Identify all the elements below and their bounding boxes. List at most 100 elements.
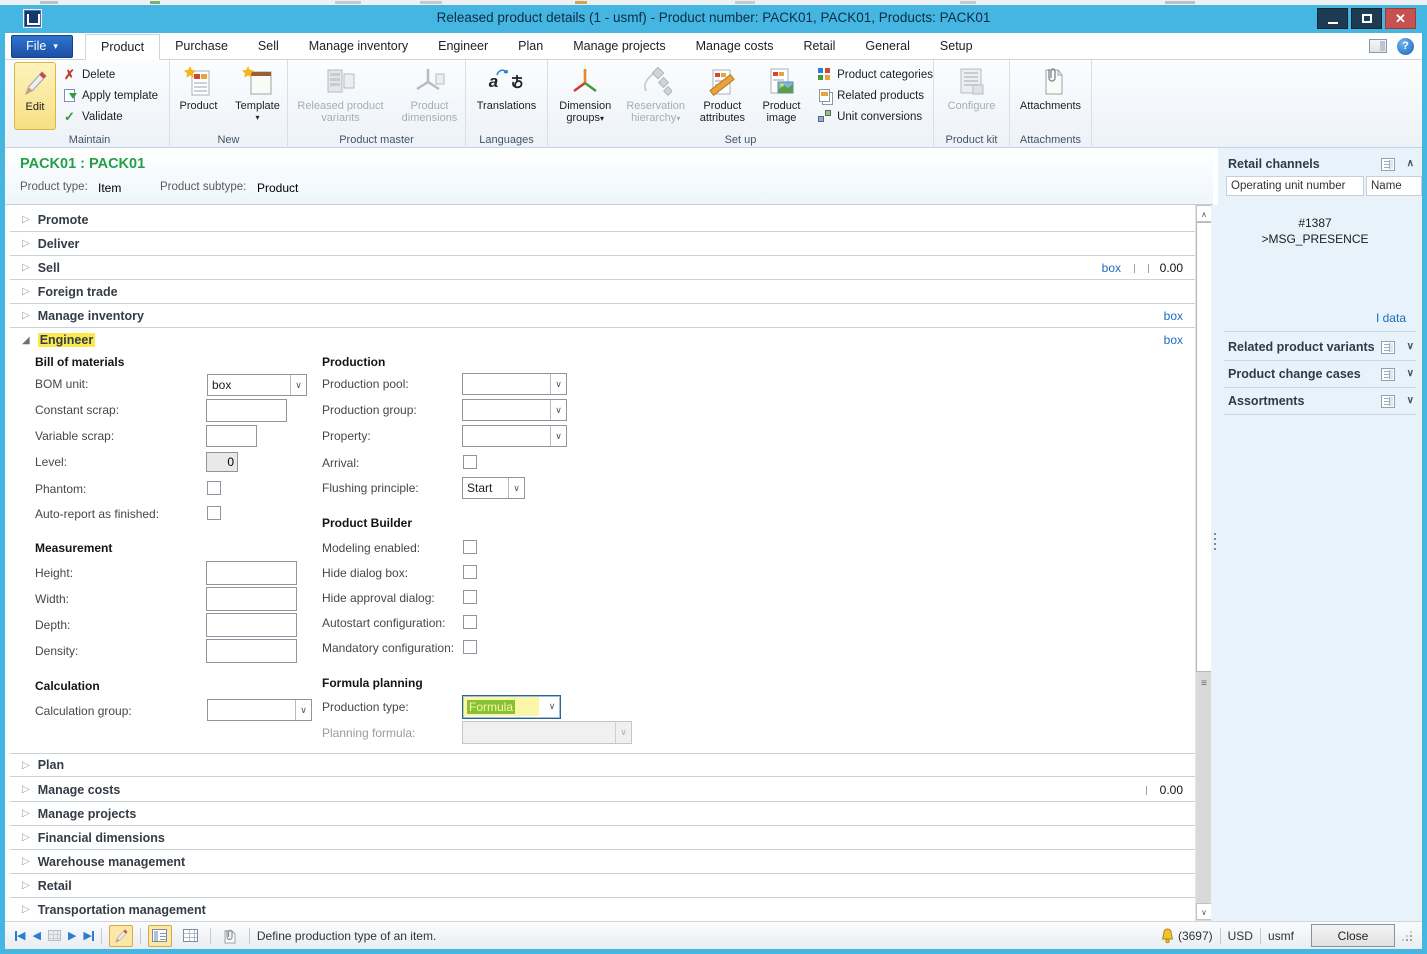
tab-manage-projects[interactable]: Manage projects: [558, 33, 680, 59]
height-input[interactable]: [206, 561, 297, 585]
tab-retail[interactable]: Retail: [788, 33, 850, 59]
tab-engineer[interactable]: Engineer: [423, 33, 503, 59]
product-categories-button[interactable]: Product categories: [817, 64, 933, 85]
related-products-button[interactable]: Related products: [817, 85, 933, 106]
width-input[interactable]: [206, 587, 297, 611]
factbox-splitter[interactable]: [1211, 205, 1218, 921]
section-engineer[interactable]: ◢Engineer box: [10, 328, 1195, 352]
density-input[interactable]: [206, 639, 297, 663]
property-combobox[interactable]: ∨: [462, 425, 567, 447]
section-transportation-management[interactable]: ▷Transportation management: [10, 898, 1195, 921]
factbox-window-icon[interactable]: [1381, 368, 1395, 381]
apply-template-button[interactable]: Apply template: [62, 85, 158, 106]
maximize-button[interactable]: [1351, 8, 1382, 29]
combo-arrow-icon[interactable]: ∨: [550, 400, 566, 420]
vertical-scrollbar[interactable]: ∧ ≡ ∨: [1195, 205, 1211, 921]
help-icon[interactable]: ?: [1397, 38, 1414, 55]
scrollbar-split-grip[interactable]: ≡: [1198, 677, 1210, 691]
section-financial-dimensions[interactable]: ▷Financial dimensions: [10, 826, 1195, 850]
section-plan[interactable]: ▷Plan: [10, 753, 1195, 777]
section-foreign-trade[interactable]: ▷Foreign trade: [10, 280, 1195, 304]
close-form-button[interactable]: Close: [1311, 924, 1395, 947]
combo-arrow-icon[interactable]: ∨: [550, 426, 566, 446]
validate-button[interactable]: ✓Validate: [62, 106, 158, 127]
chevron-down-icon[interactable]: ∨: [1407, 368, 1414, 379]
retail-channels-header[interactable]: Retail channels: [1228, 157, 1320, 171]
depth-input[interactable]: [206, 613, 297, 637]
scrollbar-thumb[interactable]: [1196, 222, 1212, 672]
combo-arrow-icon[interactable]: ∨: [544, 696, 560, 718]
new-product-button[interactable]: Product: [172, 62, 226, 130]
previous-record-button[interactable]: ◀: [32, 929, 40, 942]
first-record-button[interactable]: ◀: [15, 929, 25, 942]
tab-purchase[interactable]: Purchase: [160, 33, 243, 59]
section-sell[interactable]: ▷Sell box0.00: [10, 256, 1195, 280]
next-record-button[interactable]: ▶: [68, 929, 76, 942]
last-record-button[interactable]: ▶: [83, 929, 93, 942]
chevron-up-icon[interactable]: ∧: [1407, 158, 1414, 169]
modeling-enabled-checkbox[interactable]: [463, 540, 477, 554]
factbox-window-icon[interactable]: [1381, 341, 1395, 354]
auto-report-checkbox[interactable]: [207, 506, 221, 520]
scroll-down-button[interactable]: ∨: [1196, 903, 1212, 920]
unit-conversions-button[interactable]: Unit conversions: [817, 106, 933, 127]
tab-manage-inventory[interactable]: Manage inventory: [294, 33, 423, 59]
delete-button[interactable]: ✗Delete: [62, 64, 158, 85]
form-view-button[interactable]: [148, 925, 172, 947]
engineer-unit-link[interactable]: box: [1164, 333, 1183, 347]
section-manage-inventory[interactable]: ▷Manage inventory box: [10, 304, 1195, 328]
constant-scrap-input[interactable]: [206, 399, 287, 422]
scroll-up-button[interactable]: ∧: [1196, 205, 1212, 222]
combo-arrow-icon[interactable]: ∨: [295, 700, 311, 720]
manage-inventory-unit-link[interactable]: box: [1164, 309, 1183, 323]
factbox-data-link[interactable]: I data: [1376, 311, 1406, 325]
attachments-button[interactable]: Attachments: [1013, 62, 1089, 130]
section-manage-projects[interactable]: ▷Manage projects: [10, 802, 1195, 826]
hide-approval-checkbox[interactable]: [463, 590, 477, 604]
resize-grip[interactable]: [1402, 931, 1412, 941]
tab-manage-costs[interactable]: Manage costs: [681, 33, 789, 59]
tab-plan[interactable]: Plan: [503, 33, 558, 59]
tab-sell[interactable]: Sell: [243, 33, 294, 59]
flushing-principle-combobox[interactable]: Start∨: [462, 477, 525, 499]
phantom-checkbox[interactable]: [207, 481, 221, 495]
autostart-configuration-checkbox[interactable]: [463, 615, 477, 629]
section-deliver[interactable]: ▷Deliver: [10, 232, 1195, 256]
close-window-button[interactable]: ✕: [1385, 8, 1416, 29]
factbox-window-icon[interactable]: [1381, 395, 1395, 408]
section-manage-costs[interactable]: ▷Manage costs 0.00: [10, 778, 1195, 802]
layout-icon[interactable]: [1369, 39, 1387, 53]
product-change-cases-header[interactable]: Product change cases: [1228, 367, 1361, 381]
sell-unit-link[interactable]: box: [1102, 261, 1121, 275]
new-template-button[interactable]: Template ▾: [230, 62, 286, 130]
file-menu-button[interactable]: File▾: [11, 35, 73, 58]
chevron-down-icon[interactable]: ∨: [1407, 395, 1414, 406]
factbox-window-icon[interactable]: [1381, 158, 1395, 171]
company-indicator[interactable]: usmf: [1268, 929, 1294, 943]
mandatory-configuration-checkbox[interactable]: [463, 640, 477, 654]
translations-button[interactable]: a Translations: [470, 62, 544, 130]
assortments-header[interactable]: Assortments: [1228, 394, 1304, 408]
minimize-button[interactable]: [1317, 8, 1348, 29]
tab-general[interactable]: General: [850, 33, 924, 59]
section-retail[interactable]: ▷Retail: [10, 874, 1195, 898]
dimension-groups-button[interactable]: Dimension groups▾: [552, 62, 618, 130]
section-promote[interactable]: ▷Promote: [10, 208, 1195, 232]
production-type-combobox[interactable]: Formula ∨: [462, 695, 561, 719]
combo-arrow-icon[interactable]: ∨: [508, 478, 524, 498]
arrival-checkbox[interactable]: [463, 455, 477, 469]
notifications-button[interactable]: (3697): [1160, 928, 1213, 944]
tab-product[interactable]: Product: [85, 34, 160, 60]
column-header-name[interactable]: Name: [1366, 176, 1422, 196]
column-header-operating-unit[interactable]: Operating unit number: [1226, 176, 1364, 196]
product-attributes-button[interactable]: Product attributes: [693, 62, 752, 130]
currency-indicator[interactable]: USD: [1228, 929, 1253, 943]
combo-arrow-icon[interactable]: ∨: [550, 374, 566, 394]
bom-unit-combobox[interactable]: box∨: [207, 374, 307, 396]
edit-button[interactable]: Edit: [14, 62, 56, 130]
production-pool-combobox[interactable]: ∨: [462, 373, 567, 395]
section-warehouse-management[interactable]: ▷Warehouse management: [10, 850, 1195, 874]
combo-arrow-icon[interactable]: ∨: [290, 375, 306, 395]
related-product-variants-header[interactable]: Related product variants: [1228, 340, 1375, 354]
production-group-combobox[interactable]: ∨: [462, 399, 567, 421]
